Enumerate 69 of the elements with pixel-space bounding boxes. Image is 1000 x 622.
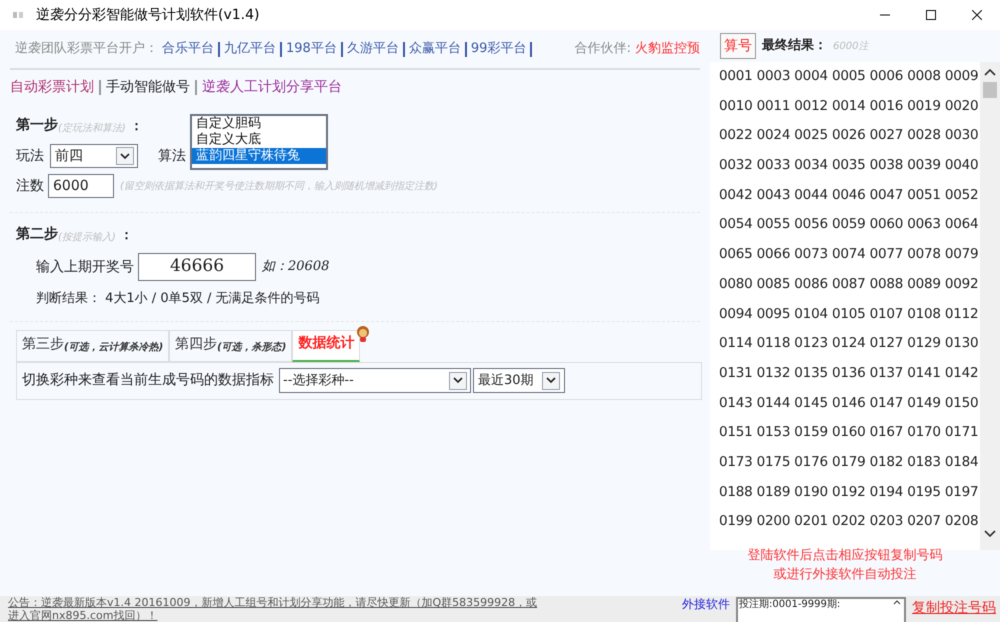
result-number-row-text: 0114 0118 0123 0124 0127 0129 0130 xyxy=(719,334,980,354)
maximize-icon xyxy=(926,10,936,20)
nav-tab[interactable]: 自动彩票计划 xyxy=(10,76,94,98)
nav-tab[interactable]: 逆袭人工计划分享平台 xyxy=(202,76,342,98)
step-hint: (定玩法和算法) xyxy=(58,122,126,136)
stats-label: 切换彩种来查看当前生成号码的数据指标 xyxy=(22,371,274,390)
example-text: 如：20608 xyxy=(262,258,330,276)
result-number-row-text: 0010 0011 0012 0014 0016 0019 0020 xyxy=(719,96,980,116)
results-title: 最终结果： xyxy=(762,37,827,56)
header-label: 逆袭团队彩票平台开户： xyxy=(15,40,158,58)
scroll-down-icon[interactable] xyxy=(984,530,996,538)
algorithm-option[interactable]: 自定义大底 xyxy=(192,132,326,148)
play-label: 玩法 xyxy=(16,146,44,166)
result-number-row-text: 0173 0175 0176 0179 0182 0183 0184 xyxy=(719,452,980,472)
result-number-row-text: 0094 0095 0104 0105 0107 0108 0112 xyxy=(719,304,980,324)
scrollbar[interactable] xyxy=(980,62,1000,550)
partner-link[interactable]: 火豹监控预 xyxy=(635,39,700,59)
draw-number-field[interactable]: 46666 xyxy=(138,253,256,281)
step-title: 第二步 xyxy=(16,225,58,244)
step-hint: (按提示输入) xyxy=(58,230,116,245)
window-title: 逆袭分分彩智能做号计划软件(v1.4) xyxy=(36,6,260,24)
result-number-row-text: 0054 0055 0056 0059 0060 0063 0064 xyxy=(719,215,980,234)
draw-input-label: 输入上期开奖号 xyxy=(36,258,134,276)
step-colon: ： xyxy=(120,226,133,244)
result-number-row-text: 0001 0003 0004 0005 0006 0008 0009 xyxy=(719,67,980,86)
result-number-row-text: 0042 0043 0044 0046 0047 0051 0052 xyxy=(719,186,980,205)
lottery-dropdown[interactable]: --选择彩种-- xyxy=(279,368,471,393)
platform-link[interactable]: 久游平台 xyxy=(346,39,399,59)
count-label: 注数 xyxy=(16,176,44,196)
result-number-row-text: 0143 0144 0145 0146 0147 0149 0150 xyxy=(719,394,980,413)
copy-link[interactable]: 复制投注号码 xyxy=(912,599,996,617)
result-number-row-text: 0199 0200 0201 0202 0203 0207 0208 xyxy=(719,512,980,532)
partner-label: 合作伙伴: xyxy=(574,40,631,58)
count-field[interactable]: 6000 xyxy=(48,174,114,198)
notice-text: 登陆软件后点击相应按钮复制号码 xyxy=(748,547,942,565)
scroll-thumb[interactable] xyxy=(983,82,997,98)
app-icon xyxy=(12,10,24,20)
platform-link[interactable]: 99彩平台 xyxy=(470,39,526,59)
scroll-up-icon[interactable] xyxy=(984,68,996,76)
count-hint: (留空则依据算法和开奖号使注数期期不同，输入则随机增减到指定注数) xyxy=(120,180,438,194)
algorithm-option[interactable]: 蓝韵四星守株待兔 xyxy=(192,148,326,164)
result-number-row-text: 0151 0153 0159 0160 0167 0170 0171 xyxy=(719,423,980,442)
judgement-result: 判断结果： 4大1小 / 0单5双 / 无满足条件的号码 xyxy=(36,290,321,308)
external-link[interactable]: 外接软件 xyxy=(682,598,730,610)
result-number-row-text: 0080 0085 0086 0087 0088 0089 0092 xyxy=(719,274,980,294)
notice-text: 或进行外接软件自动投注 xyxy=(774,566,916,584)
platform-link[interactable]: 合乐平台 xyxy=(162,39,214,59)
step-tab[interactable]: 数据统计 xyxy=(292,330,360,362)
period-dropdown[interactable]: 最近30期 xyxy=(473,368,565,393)
result-number-row-text: 0065 0066 0073 0074 0077 0078 0079 xyxy=(719,245,980,264)
algorithm-option[interactable]: 自定义胆码 xyxy=(192,116,326,132)
results-count: 6000注 xyxy=(833,40,868,54)
platform-link[interactable]: 九亿平台 xyxy=(224,39,276,59)
nav-tab[interactable]: 手动智能做号 xyxy=(106,76,190,98)
close-icon xyxy=(972,10,982,20)
result-number-row-text: 0032 0033 0034 0035 0038 0039 0040 xyxy=(719,156,980,176)
result-number-row-text: 0188 0189 0190 0192 0194 0195 0197 xyxy=(719,482,980,502)
play-dropdown[interactable]: 前四 xyxy=(50,144,138,168)
mascot-icon xyxy=(356,326,370,342)
platform-link[interactable]: 198平台 xyxy=(286,39,337,59)
platform-link[interactable]: 众赢平台 xyxy=(408,39,461,59)
announcement-text: 公告：逆袭最新版本v1.4 20161009，新增人工组号和计划分享功能，请尽快更新（加Q群583599928，或进入官网nx895.com找回）！ xyxy=(8,596,538,622)
result-number-row-text: 0022 0024 0025 0026 0027 0028 0030 xyxy=(719,126,980,146)
calculate-button[interactable]: 算号 xyxy=(720,33,756,59)
result-number-row-text: 0131 0132 0135 0136 0137 0141 0142 xyxy=(719,364,980,383)
step-title: 第一步 xyxy=(16,116,58,135)
scroll-up-icon[interactable] xyxy=(893,599,901,605)
algorithm-label: 算法 xyxy=(158,146,186,166)
step-colon: ： xyxy=(130,118,143,136)
